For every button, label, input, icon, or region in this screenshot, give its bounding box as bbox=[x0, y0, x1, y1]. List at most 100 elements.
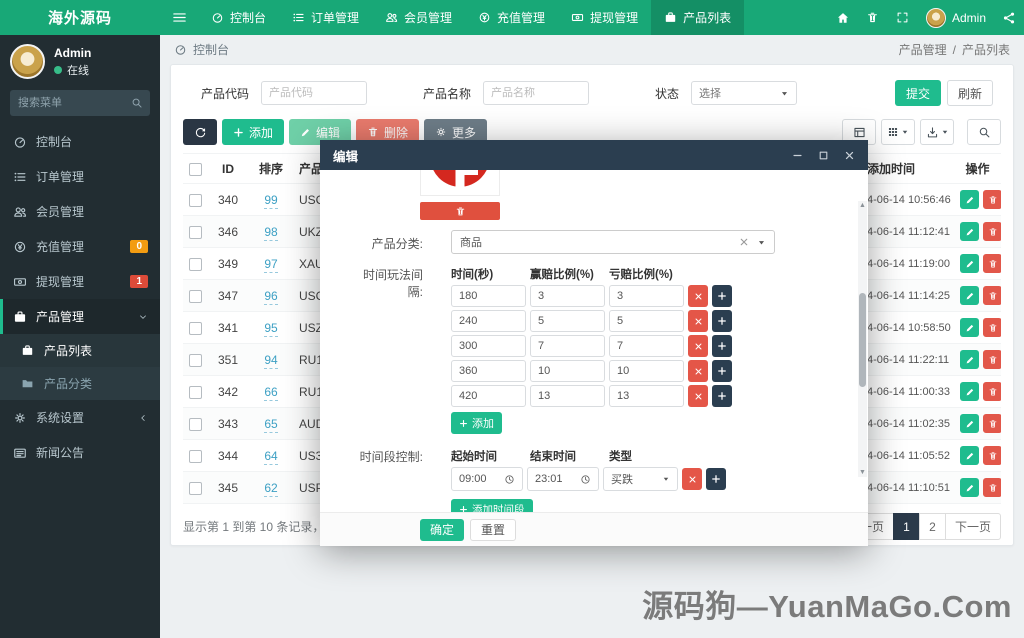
sort-link[interactable]: 97 bbox=[264, 257, 277, 273]
interval-win-input[interactable] bbox=[530, 385, 605, 407]
sort-link[interactable]: 98 bbox=[264, 225, 277, 241]
code-filter-input[interactable] bbox=[261, 81, 367, 105]
user-menu[interactable]: Admin bbox=[918, 8, 994, 28]
sort-link[interactable]: 95 bbox=[264, 321, 277, 337]
reset-button[interactable]: 重置 bbox=[470, 519, 516, 541]
menu-toggle-button[interactable] bbox=[160, 0, 198, 35]
interval-loss-input[interactable] bbox=[609, 285, 684, 307]
remove-row-button[interactable] bbox=[688, 385, 708, 407]
row-checkbox[interactable] bbox=[189, 322, 202, 335]
sort-link[interactable]: 64 bbox=[264, 449, 277, 465]
row-checkbox[interactable] bbox=[189, 354, 202, 367]
settings-button[interactable] bbox=[994, 0, 1024, 35]
row-edit-button[interactable] bbox=[960, 254, 979, 273]
sidebar-item-订单管理[interactable]: 订单管理 bbox=[0, 159, 160, 194]
interval-seconds-input[interactable] bbox=[451, 385, 526, 407]
interval-loss-input[interactable] bbox=[609, 385, 684, 407]
submit-button[interactable]: 提交 bbox=[895, 80, 941, 106]
sidebar-subitem-产品列表[interactable]: 产品列表 bbox=[0, 334, 160, 367]
modal-scrollbar[interactable]: ▲ ▼ bbox=[858, 201, 867, 477]
category-select[interactable]: 商品 bbox=[451, 230, 775, 254]
breadcrumb-location[interactable]: 控制台 bbox=[174, 41, 229, 58]
select-all-checkbox[interactable] bbox=[189, 163, 202, 176]
sort-link[interactable]: 96 bbox=[264, 289, 277, 305]
row-checkbox[interactable] bbox=[189, 386, 202, 399]
fullscreen-button[interactable] bbox=[888, 0, 918, 35]
sidebar-search-button[interactable] bbox=[124, 90, 150, 116]
remove-row-button[interactable] bbox=[688, 335, 708, 357]
row-edit-button[interactable] bbox=[960, 446, 979, 465]
row-delete-button[interactable] bbox=[983, 222, 1001, 241]
interval-win-input[interactable] bbox=[530, 310, 605, 332]
interval-loss-input[interactable] bbox=[609, 360, 684, 382]
minimize-icon[interactable] bbox=[792, 150, 803, 161]
add-row-button[interactable] bbox=[712, 285, 732, 307]
nav-item-会员管理[interactable]: 会员管理 bbox=[372, 0, 465, 35]
sidebar-item-控制台[interactable]: 控制台 bbox=[0, 124, 160, 159]
row-delete-button[interactable] bbox=[983, 286, 1001, 305]
row-delete-button[interactable] bbox=[983, 190, 1001, 209]
status-select[interactable]: 选择 bbox=[691, 81, 797, 105]
add-interval-button[interactable]: 添加 bbox=[451, 412, 502, 434]
sort-link[interactable]: 62 bbox=[264, 481, 277, 497]
start-time-input[interactable]: 09:00 bbox=[451, 467, 523, 491]
row-checkbox[interactable] bbox=[189, 194, 202, 207]
add-row-button[interactable] bbox=[712, 385, 732, 407]
row-edit-button[interactable] bbox=[960, 414, 979, 433]
add-button[interactable]: 添加 bbox=[222, 119, 284, 145]
row-edit-button[interactable] bbox=[960, 478, 979, 497]
sort-link[interactable]: 66 bbox=[264, 385, 277, 401]
row-delete-button[interactable] bbox=[983, 478, 1001, 497]
page-button-2[interactable]: 2 bbox=[919, 513, 946, 540]
end-time-input[interactable]: 23:01 bbox=[527, 467, 599, 491]
scroll-up-icon[interactable]: ▲ bbox=[859, 201, 866, 210]
row-checkbox[interactable] bbox=[189, 418, 202, 431]
add-row-button[interactable] bbox=[712, 335, 732, 357]
row-delete-button[interactable] bbox=[983, 382, 1001, 401]
sidebar-item-充值管理[interactable]: 充值管理0 bbox=[0, 229, 160, 264]
type-select[interactable]: 买跌 bbox=[603, 467, 678, 491]
clear-icon[interactable] bbox=[739, 237, 749, 247]
sort-link[interactable]: 94 bbox=[264, 353, 277, 369]
interval-win-input[interactable] bbox=[530, 360, 605, 382]
page-button-1[interactable]: 1 bbox=[893, 513, 920, 540]
row-checkbox[interactable] bbox=[189, 226, 202, 239]
row-edit-button[interactable] bbox=[960, 350, 979, 369]
add-timerange-button[interactable]: 添加时间段 bbox=[451, 499, 533, 512]
row-delete-button[interactable] bbox=[983, 318, 1001, 337]
modal-header[interactable]: 编辑 bbox=[320, 140, 868, 170]
sidebar-search-input[interactable] bbox=[10, 90, 124, 116]
sidebar-item-新闻公告[interactable]: 新闻公告 bbox=[0, 435, 160, 470]
nav-item-产品列表[interactable]: 产品列表 bbox=[651, 0, 744, 35]
sidebar-item-提现管理[interactable]: 提现管理1 bbox=[0, 264, 160, 299]
remove-row-button[interactable] bbox=[688, 285, 708, 307]
row-checkbox[interactable] bbox=[189, 450, 202, 463]
interval-seconds-input[interactable] bbox=[451, 310, 526, 332]
row-edit-button[interactable] bbox=[960, 318, 979, 337]
close-icon[interactable] bbox=[844, 150, 855, 161]
interval-loss-input[interactable] bbox=[609, 310, 684, 332]
row-checkbox[interactable] bbox=[189, 258, 202, 271]
remove-row-button[interactable] bbox=[682, 468, 702, 490]
next-page-button[interactable]: 下一页 bbox=[945, 513, 1001, 540]
row-edit-button[interactable] bbox=[960, 382, 979, 401]
sidebar-subitem-产品分类[interactable]: 产品分类 bbox=[0, 367, 160, 400]
sort-link[interactable]: 65 bbox=[264, 417, 277, 433]
table-search-button[interactable] bbox=[967, 119, 1001, 145]
scrollbar-thumb[interactable] bbox=[859, 293, 866, 387]
row-checkbox[interactable] bbox=[189, 482, 202, 495]
add-row-button[interactable] bbox=[706, 468, 726, 490]
row-edit-button[interactable] bbox=[960, 286, 979, 305]
name-filter-input[interactable] bbox=[483, 81, 589, 105]
nav-item-订单管理[interactable]: 订单管理 bbox=[279, 0, 372, 35]
row-edit-button[interactable] bbox=[960, 190, 979, 209]
interval-seconds-input[interactable] bbox=[451, 285, 526, 307]
nav-item-控制台[interactable]: 控制台 bbox=[198, 0, 279, 35]
refresh-button[interactable]: 刷新 bbox=[947, 80, 993, 106]
interval-seconds-input[interactable] bbox=[451, 360, 526, 382]
confirm-button[interactable]: 确定 bbox=[420, 519, 464, 541]
nav-item-充值管理[interactable]: 充值管理 bbox=[465, 0, 558, 35]
sort-link[interactable]: 99 bbox=[264, 193, 277, 209]
nav-item-提现管理[interactable]: 提现管理 bbox=[558, 0, 651, 35]
row-delete-button[interactable] bbox=[983, 254, 1001, 273]
